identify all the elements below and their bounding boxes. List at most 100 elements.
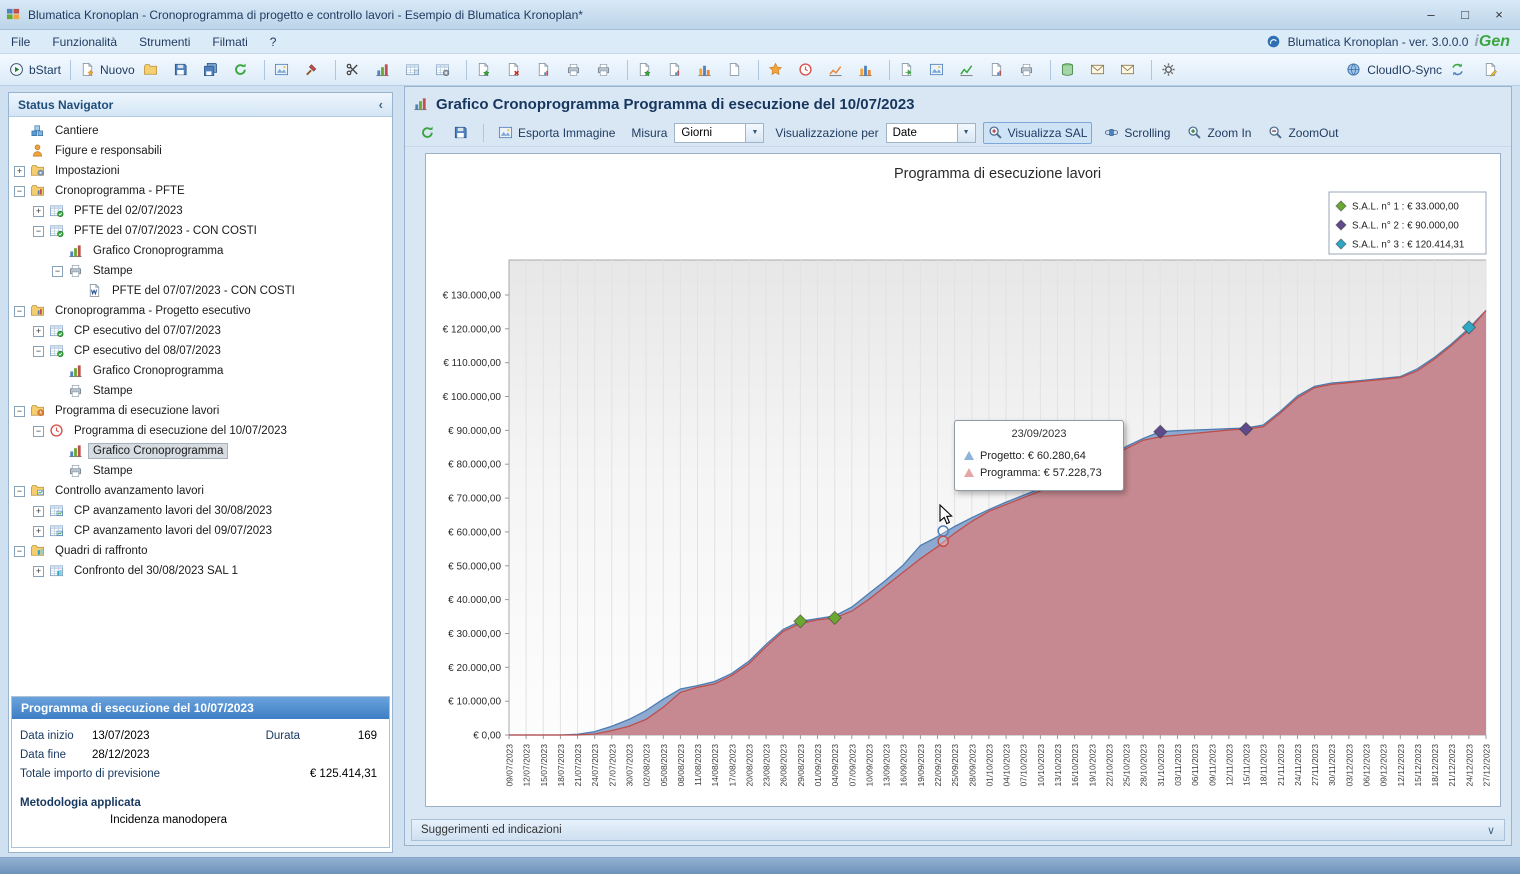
tree-item-label: PFTE del 07/07/2023 - CON COSTI	[69, 223, 262, 239]
exec-chart-button[interactable]	[664, 58, 692, 82]
new-document-star-button[interactable]	[473, 58, 501, 82]
chart-save-button[interactable]	[448, 122, 474, 144]
new-exec-document-button[interactable]	[634, 58, 662, 82]
save-all-button[interactable]	[200, 58, 228, 82]
tree-expander-closed[interactable]: +	[33, 566, 44, 577]
tree-expander-closed[interactable]: +	[33, 526, 44, 537]
menu-?[interactable]: ?	[259, 31, 288, 53]
tree-item[interactable]: PFTE del 07/07/2023 - CON COSTI	[9, 281, 392, 301]
chevron-down-icon[interactable]: ▼	[957, 124, 975, 142]
mail-button[interactable]	[1087, 58, 1115, 82]
tree-expander-open[interactable]: −	[14, 546, 25, 557]
zoom-out-button[interactable]: ZoomOut	[1263, 122, 1343, 144]
tree-item[interactable]: −CP esecutivo del 08/07/2023	[9, 341, 392, 361]
maximize-button[interactable]: □	[1450, 4, 1480, 26]
tree-expander-open[interactable]: −	[52, 266, 63, 277]
open-button[interactable]	[140, 58, 168, 82]
export-chart-button[interactable]	[896, 58, 924, 82]
tree-item[interactable]: +CP avanzamento lavori del 09/07/2023	[9, 521, 392, 541]
mail-send-button[interactable]	[1117, 58, 1145, 82]
misura-select[interactable]: Giorni▼	[674, 123, 764, 143]
tree-item[interactable]: Stampe	[9, 461, 392, 481]
suggestions-bar[interactable]: Suggerimenti ed indicazioni ∨	[411, 819, 1505, 841]
export-image-button[interactable]	[926, 58, 954, 82]
tree-expander-closed[interactable]: +	[33, 506, 44, 517]
tree-item-label: Programma di esecuzione lavori	[50, 403, 224, 419]
tree-item[interactable]: −Cronoprogramma - PFTE	[9, 181, 392, 201]
bstart-button[interactable]: bStart	[6, 58, 64, 82]
tree-item[interactable]: −Cronoprogramma - Progetto esecutivo	[9, 301, 392, 321]
program-clock-button[interactable]	[795, 58, 823, 82]
chevron-down-icon[interactable]: ∨	[1487, 824, 1495, 837]
print-preview-button[interactable]	[593, 58, 621, 82]
tree-item[interactable]: −Stampe	[9, 261, 392, 281]
page-edit-button[interactable]	[1480, 58, 1508, 82]
minimize-button[interactable]: –	[1416, 4, 1446, 26]
tree-item[interactable]: +CP esecutivo del 07/07/2023	[9, 321, 392, 341]
database-button[interactable]	[1057, 58, 1085, 82]
export-image-button[interactable]: Esporta Immagine	[493, 122, 620, 144]
print-button[interactable]	[563, 58, 591, 82]
cut-button[interactable]	[342, 58, 370, 82]
chart-refresh-button[interactable]	[415, 122, 441, 144]
tree-item[interactable]: +Confronto del 30/08/2023 SAL 1	[9, 561, 392, 581]
tree-item[interactable]: − PFTE del 07/07/2023 - CON COSTI	[9, 221, 392, 241]
menu-file[interactable]: File	[0, 31, 41, 53]
tree-item[interactable]: +CP avanzamento lavori del 30/08/2023	[9, 501, 392, 521]
chart-button[interactable]	[372, 58, 400, 82]
plain-document-button[interactable]	[724, 58, 752, 82]
tree-expander-closed[interactable]: +	[33, 326, 44, 337]
program-chart-button[interactable]	[825, 58, 853, 82]
chevron-down-icon[interactable]: ▼	[745, 124, 763, 142]
close-button[interactable]: ×	[1484, 4, 1514, 26]
tree-item[interactable]: −Quadri di raffronto	[9, 541, 392, 561]
progress-chart-button[interactable]	[956, 58, 984, 82]
sync-button[interactable]	[1447, 58, 1475, 82]
tree-expander-closed[interactable]: +	[33, 206, 44, 217]
tree-expander-open[interactable]: −	[14, 186, 25, 197]
tree-item[interactable]: Cantiere	[9, 121, 392, 141]
tree-item[interactable]: Grafico Cronoprogramma	[9, 441, 392, 461]
chart-area[interactable]: Programma di esecuzione lavori09/07/2023…	[425, 153, 1501, 807]
scrolling-button[interactable]: Scrolling	[1099, 122, 1175, 144]
tree-item[interactable]: Stampe	[9, 381, 392, 401]
tree-item[interactable]: − Programma di esecuzione lavori	[9, 401, 392, 421]
tree-item[interactable]: Grafico Cronoprogramma	[9, 361, 392, 381]
tree-expander-open[interactable]: −	[33, 346, 44, 357]
tools-red-button[interactable]	[301, 58, 329, 82]
tree-expander-open[interactable]: −	[14, 306, 25, 317]
visualizza-sal-button[interactable]: Visualizza SAL	[983, 122, 1093, 144]
tree-expander-open[interactable]: −	[33, 426, 44, 437]
tree-expander-closed[interactable]: +	[14, 166, 25, 177]
program-columns-button[interactable]	[855, 58, 883, 82]
tree-item[interactable]: Figure e responsabili	[9, 141, 392, 161]
tree-item[interactable]: −Programma di esecuzione del 10/07/2023	[9, 421, 392, 441]
tree-item-label: PFTE del 07/07/2023 - CON COSTI	[107, 283, 300, 299]
collapse-panel-button[interactable]: ‹	[379, 97, 383, 112]
tree-item[interactable]: +Impostazioni	[9, 161, 392, 181]
settings-button[interactable]	[1158, 58, 1186, 82]
visualizzazione-select[interactable]: Date▼	[886, 123, 976, 143]
tree-expander-open[interactable]: −	[33, 226, 44, 237]
nuovo-button[interactable]: Nuovo	[77, 58, 138, 82]
menu-strumenti[interactable]: Strumenti	[128, 31, 201, 53]
tree-item[interactable]: −Controllo avanzamento lavori	[9, 481, 392, 501]
tree-expander-open[interactable]: −	[14, 406, 25, 417]
save-button[interactable]	[170, 58, 198, 82]
image-chart-button[interactable]	[271, 58, 299, 82]
computo-table-button[interactable]	[402, 58, 430, 82]
zoom-in-button[interactable]: Zoom In	[1182, 122, 1256, 144]
tree-item[interactable]: Grafico Cronoprogramma	[9, 241, 392, 261]
tree-item[interactable]: +PFTE del 02/07/2023	[9, 201, 392, 221]
report-print-button[interactable]	[1016, 58, 1044, 82]
report-button[interactable]	[986, 58, 1014, 82]
program-star-button[interactable]	[765, 58, 793, 82]
document-chart-button[interactable]	[533, 58, 561, 82]
menu-funzionalit[interactable]: Funzionalità	[41, 31, 128, 53]
refresh-button[interactable]	[230, 58, 258, 82]
columns-chart-button[interactable]	[694, 58, 722, 82]
table-settings-button[interactable]	[432, 58, 460, 82]
delete-document-button[interactable]	[503, 58, 531, 82]
menu-filmati[interactable]: Filmati	[201, 31, 258, 53]
tree-expander-open[interactable]: −	[14, 486, 25, 497]
